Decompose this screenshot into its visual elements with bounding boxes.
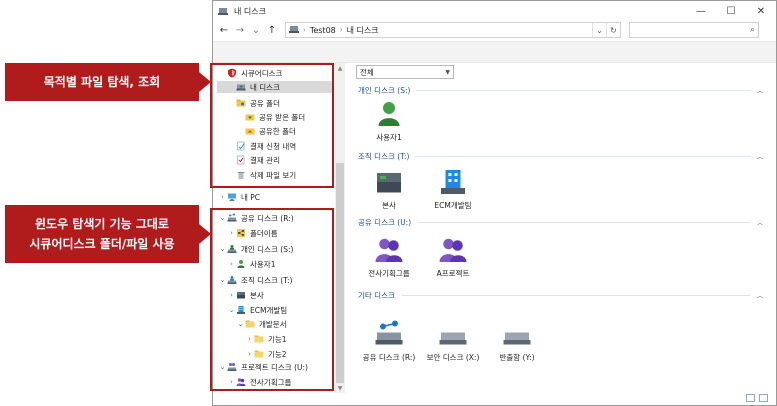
close-button[interactable]: ✕ bbox=[746, 1, 776, 21]
group-divider bbox=[416, 89, 751, 91]
disk-tile-label: A프로젝트 bbox=[436, 269, 470, 278]
chevron-up-icon[interactable]: ︿ bbox=[757, 86, 763, 95]
search-icon: ⌕ bbox=[749, 25, 755, 35]
path-separator: › bbox=[303, 26, 306, 34]
filter-dropdown[interactable]: 전체 ▼ bbox=[356, 65, 454, 79]
group-header-label: 개인 디스크 (S:) bbox=[358, 85, 411, 95]
disk-tile[interactable]: 전사기획그룹 bbox=[357, 235, 421, 279]
window-title: 내 디스크 bbox=[234, 6, 266, 16]
disk-tile[interactable]: 공유 디스크 (R:) bbox=[357, 319, 421, 363]
minimize-button[interactable]: — bbox=[686, 1, 716, 21]
callout-purpose-text: 목적별 파일 탐색, 조회 bbox=[43, 75, 161, 89]
group-header[interactable]: 공유 디스크 (U:) ︿ bbox=[358, 217, 763, 227]
disk-tile-label: ECM개발팀 bbox=[434, 201, 472, 210]
recent-locations-button[interactable]: ⌄ bbox=[249, 23, 263, 37]
callout-explorer: 윈도우 탐색기 기능 그대로 시큐어디스크 폴더/파일 사용 bbox=[5, 205, 199, 263]
user-icon bbox=[374, 99, 404, 129]
group-header[interactable]: 개인 디스크 (S:) ︿ bbox=[358, 85, 763, 95]
disk-tile-label: 반출함 (Y:) bbox=[499, 353, 535, 362]
outbox-disk-icon bbox=[502, 319, 532, 349]
expand-arrow-icon[interactable]: › bbox=[218, 193, 227, 201]
up-button[interactable]: ↑ bbox=[265, 23, 279, 37]
disk-tile[interactable]: 보안 디스크 (X:) bbox=[421, 319, 485, 363]
nav-item-label: 내 PC bbox=[241, 192, 261, 202]
share-disk-icon bbox=[374, 319, 404, 349]
status-bar bbox=[213, 391, 776, 405]
scroll-up-icon[interactable]: ▲ bbox=[335, 63, 345, 73]
title-bar: 내 디스크 — ☐ ✕ bbox=[213, 1, 776, 21]
drive-icon bbox=[289, 25, 299, 36]
secure-disk-icon bbox=[438, 319, 468, 349]
path-separator: › bbox=[339, 26, 343, 34]
group-icon bbox=[438, 235, 468, 265]
building-icon bbox=[438, 167, 468, 197]
back-button[interactable]: ← bbox=[217, 23, 231, 37]
refresh-button[interactable]: ↻ bbox=[606, 23, 620, 37]
group-header[interactable]: 기타 디스크 ︿ bbox=[358, 290, 763, 300]
group-header-label: 공유 디스크 (U:) bbox=[358, 217, 412, 227]
disk-tile-label: 보안 디스크 (X:) bbox=[426, 353, 480, 362]
nav-scrollbar[interactable]: ▲ ▼ bbox=[335, 63, 345, 393]
group-header-label: 기타 디스크 bbox=[358, 290, 395, 300]
group-divider bbox=[400, 294, 751, 296]
disk-tile-label: 본사 bbox=[382, 201, 396, 210]
group-divider bbox=[417, 221, 751, 223]
breadcrumb-my-disk[interactable]: 내 디스크 bbox=[347, 25, 379, 36]
content-pane: 전체 ▼ 개인 디스크 (S:) ︿ 사용자1 조직 디스크 (T:) ︿ 본사 ECM개발… bbox=[348, 63, 776, 393]
drive-icon bbox=[218, 6, 228, 16]
filter-value: 전체 bbox=[360, 67, 374, 77]
disk-tile[interactable]: ECM개발팀 bbox=[421, 167, 485, 211]
ribbon bbox=[213, 41, 776, 63]
disk-tile[interactable]: 반출함 (Y:) bbox=[485, 319, 549, 363]
chevron-up-icon[interactable]: ︿ bbox=[757, 152, 763, 161]
scroll-thumb[interactable] bbox=[336, 163, 344, 383]
disk-tile[interactable]: 본사 bbox=[357, 167, 421, 211]
forward-button[interactable]: → bbox=[233, 23, 247, 37]
chevron-up-icon[interactable]: ︿ bbox=[757, 291, 763, 300]
group-header[interactable]: 조직 디스크 (T:) ︿ bbox=[358, 151, 763, 161]
highlight-box-secure-disk bbox=[210, 63, 334, 188]
highlight-box-explorer-tree bbox=[210, 208, 334, 391]
group-divider bbox=[415, 155, 751, 157]
server-icon bbox=[374, 167, 404, 197]
group-header-label: 조직 디스크 (T:) bbox=[358, 151, 410, 161]
callout-explorer-line2: 시큐어디스크 폴더/파일 사용 bbox=[29, 237, 175, 251]
chevron-down-icon: ▼ bbox=[445, 68, 450, 76]
nav-item[interactable]: › 내 PC bbox=[218, 191, 260, 203]
disk-tile-label: 사용자1 bbox=[376, 133, 402, 142]
address-dropdown-button[interactable]: ⌄ bbox=[592, 23, 606, 37]
breadcrumb-test08[interactable]: Test08 bbox=[310, 26, 336, 35]
chevron-up-icon[interactable]: ︿ bbox=[757, 218, 763, 227]
disk-tile-label: 전사기획그룹 bbox=[368, 269, 410, 278]
callout-purpose: 목적별 파일 탐색, 조회 bbox=[5, 63, 199, 101]
pc-icon bbox=[227, 192, 237, 202]
details-view-icon[interactable] bbox=[746, 394, 755, 402]
disk-tile-label: 공유 디스크 (R:) bbox=[362, 353, 416, 362]
address-row: ← → ⌄ ↑ › Test08 › 내 디스크 ⌄ ↻ ⌕ bbox=[213, 21, 776, 39]
group-icon bbox=[374, 235, 404, 265]
large-icons-view-icon[interactable] bbox=[759, 394, 768, 402]
disk-tile[interactable]: A프로젝트 bbox=[421, 235, 485, 279]
address-bar[interactable]: › Test08 › 내 디스크 ⌄ ↻ bbox=[285, 22, 621, 38]
callout-explorer-line1: 윈도우 탐색기 기능 그대로 bbox=[35, 217, 169, 231]
search-input[interactable]: ⌕ bbox=[629, 22, 759, 38]
maximize-button[interactable]: ☐ bbox=[716, 1, 746, 21]
disk-tile[interactable]: 사용자1 bbox=[357, 99, 421, 143]
